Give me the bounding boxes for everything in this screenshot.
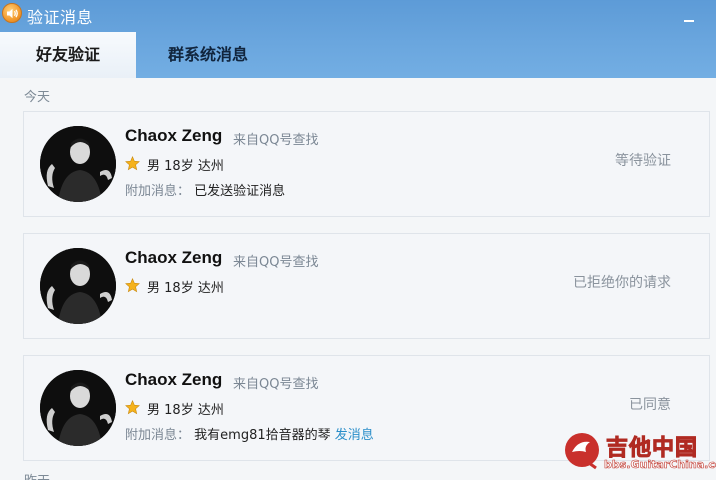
- request-source: 来自QQ号查找: [233, 133, 319, 148]
- watermark-url: bbs.GuitarChina.com: [604, 458, 716, 472]
- contact-info: 男 18岁 达州: [147, 277, 224, 296]
- section-label-yesterday: 昨天: [24, 470, 50, 480]
- contact-age: 18岁: [164, 403, 194, 418]
- title-bar: 验证消息: [0, 0, 716, 30]
- contact-city: 达州: [197, 159, 224, 174]
- contact-info: 男 18岁 达州: [147, 155, 224, 174]
- request-card[interactable]: Chaox Zeng 来自QQ号查找 男 18岁 达州 附加消息： 已发送验证消…: [23, 111, 710, 217]
- window-title: 验证消息: [27, 8, 94, 27]
- request-status: 已同意: [629, 397, 671, 413]
- send-message-link[interactable]: 发消息: [335, 428, 374, 443]
- request-status: 等待验证: [615, 153, 671, 169]
- tab-friend-verification[interactable]: 好友验证: [0, 32, 136, 78]
- request-source: 来自QQ号查找: [233, 377, 319, 392]
- contact-name[interactable]: Chaox Zeng: [125, 126, 222, 146]
- avatar[interactable]: [40, 248, 116, 324]
- contact-city: 达州: [197, 403, 224, 418]
- contact-age: 18岁: [164, 281, 194, 296]
- extra-message-text: 我有emg81拾音器的琴: [194, 428, 331, 443]
- guitar-china-logo: [565, 433, 599, 470]
- request-card[interactable]: Chaox Zeng 来自QQ号查找 男 18岁 达州 已拒绝你的请求: [23, 233, 710, 339]
- avatar[interactable]: [40, 370, 116, 446]
- contact-gender: 男: [147, 159, 161, 174]
- contact-info: 男 18岁 达州: [147, 399, 224, 418]
- contact-city: 达州: [197, 281, 224, 296]
- avatar[interactable]: [40, 126, 116, 202]
- extra-message: 附加消息： 已发送验证消息: [125, 180, 285, 199]
- request-status: 已拒绝你的请求: [573, 275, 671, 291]
- minimize-icon[interactable]: [682, 11, 698, 25]
- star-icon: [125, 278, 140, 293]
- section-label-today: 今天: [24, 90, 51, 105]
- extra-message-label: 附加消息：: [125, 184, 191, 199]
- contact-gender: 男: [147, 281, 161, 296]
- extra-message-label: 附加消息：: [125, 428, 191, 443]
- contact-age: 18岁: [164, 159, 194, 174]
- tab-group-system-messages[interactable]: 群系统消息: [140, 32, 276, 78]
- request-source: 来自QQ号查找: [233, 255, 319, 270]
- tab-bar: 好友验证 群系统消息: [0, 32, 716, 78]
- contact-name[interactable]: Chaox Zeng: [125, 370, 222, 390]
- star-icon: [125, 156, 140, 171]
- contact-gender: 男: [147, 403, 161, 418]
- extra-message: 附加消息： 我有emg81拾音器的琴 发消息: [125, 424, 374, 443]
- watermark: 吉他中国 bbs.GuitarChina.com: [560, 428, 716, 480]
- window-header: 验证消息 好友验证 群系统消息: [0, 0, 716, 78]
- extra-message-text: 已发送验证消息: [194, 184, 286, 199]
- speaker-icon: [2, 3, 22, 23]
- contact-name[interactable]: Chaox Zeng: [125, 248, 222, 268]
- star-icon: [125, 400, 140, 415]
